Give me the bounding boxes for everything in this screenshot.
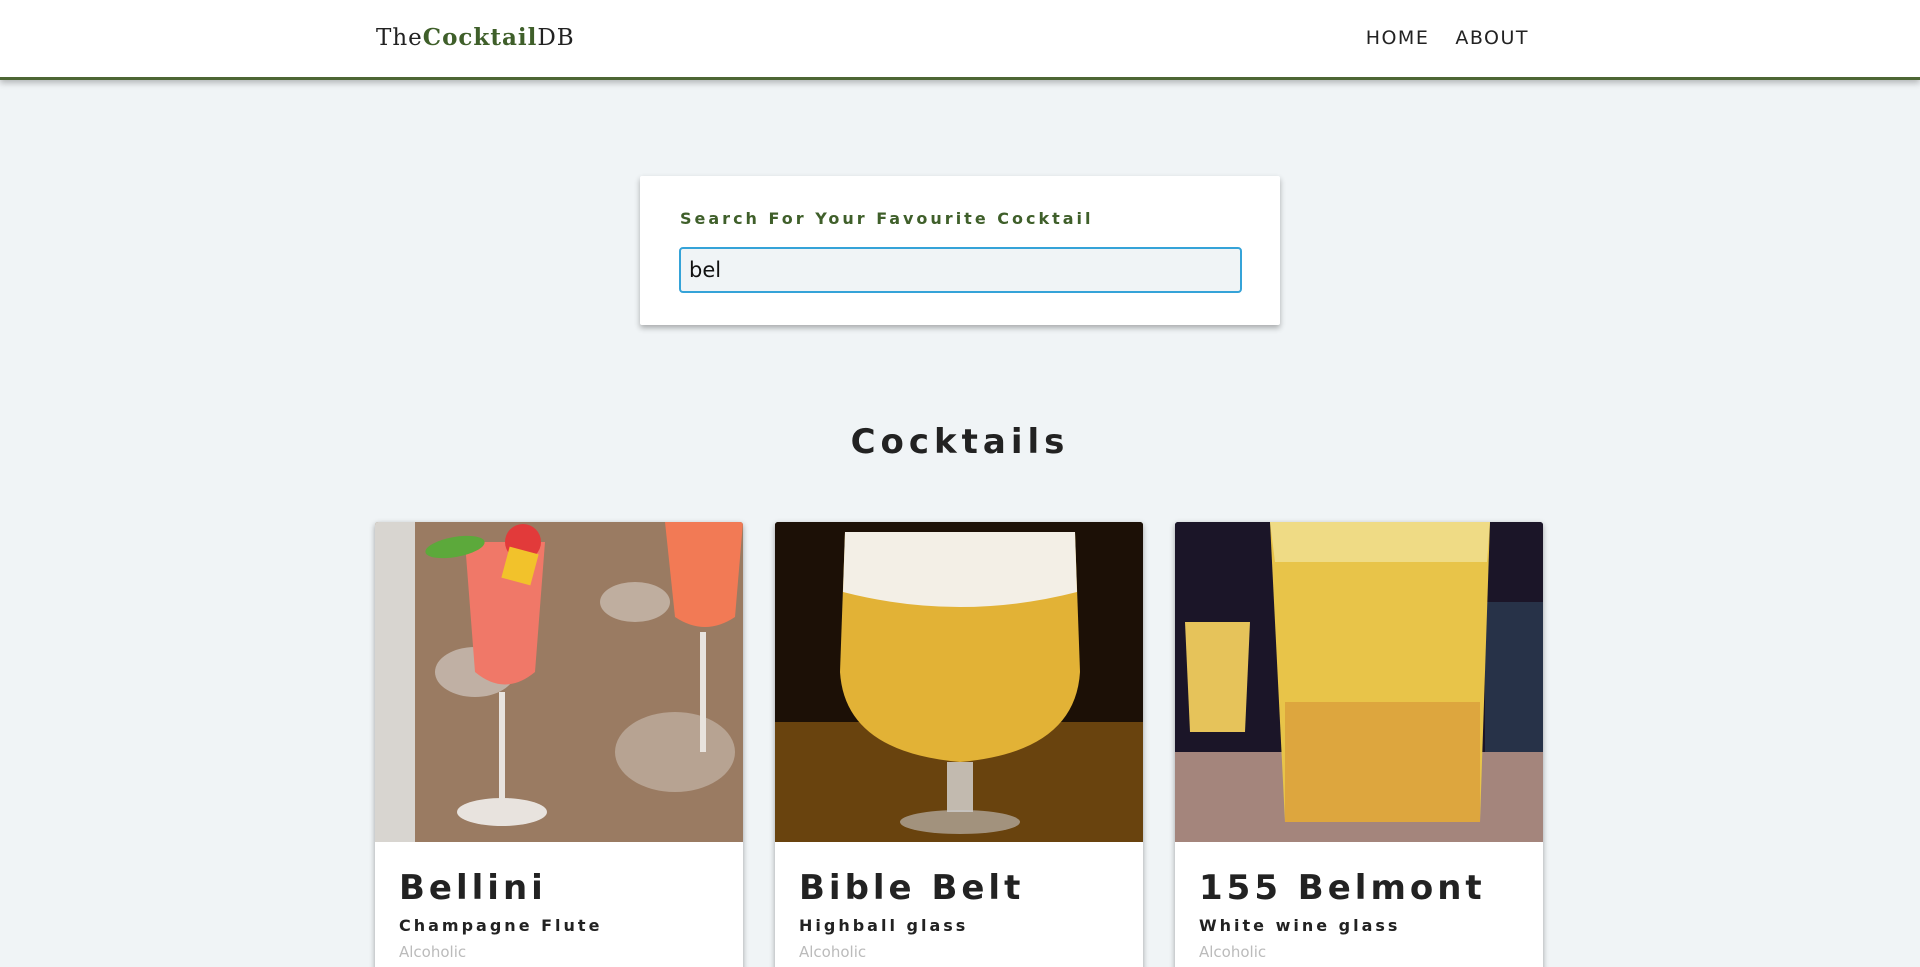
cocktail-card[interactable]: 155 Belmont White wine glass Alcoholic — [1175, 522, 1543, 967]
search-form: Search For Your Favourite Cocktail — [640, 176, 1280, 325]
navbar: TheCocktailDB HOME ABOUT — [0, 0, 1920, 80]
cocktail-glass: Champagne Flute — [399, 916, 603, 935]
search-label: Search For Your Favourite Cocktail — [680, 209, 1094, 228]
site-logo[interactable]: TheCocktailDB — [376, 24, 575, 51]
cocktail-type: Alcoholic — [1199, 943, 1267, 961]
cocktail-glass: Highball glass — [799, 916, 969, 935]
nav-links: HOME ABOUT — [1366, 27, 1529, 49]
cocktail-type: Alcoholic — [799, 943, 867, 961]
cocktail-image — [375, 522, 743, 842]
section-title: Cocktails — [850, 422, 1070, 462]
cocktail-card[interactable]: Bellini Champagne Flute Alcoholic — [375, 522, 743, 967]
cocktail-glass: White wine glass — [1199, 916, 1401, 935]
cocktail-image — [775, 522, 1143, 842]
cocktail-list: Bellini Champagne Flute Alcoholic Bible … — [375, 522, 1543, 967]
cocktail-image — [1175, 522, 1543, 842]
cocktail-card[interactable]: Bible Belt Highball glass Alcoholic — [775, 522, 1143, 967]
cocktail-name: Bible Belt — [799, 868, 1025, 908]
cocktail-name: 155 Belmont — [1199, 868, 1486, 908]
logo-suffix: DB — [537, 25, 575, 51]
search-input[interactable] — [679, 247, 1242, 293]
logo-prefix: The — [376, 25, 423, 51]
nav-link-home[interactable]: HOME — [1366, 27, 1430, 49]
logo-accent: Cocktail — [422, 24, 538, 51]
cocktail-name: Bellini — [399, 868, 547, 908]
cocktail-type: Alcoholic — [399, 943, 467, 961]
nav-link-about[interactable]: ABOUT — [1455, 27, 1529, 49]
